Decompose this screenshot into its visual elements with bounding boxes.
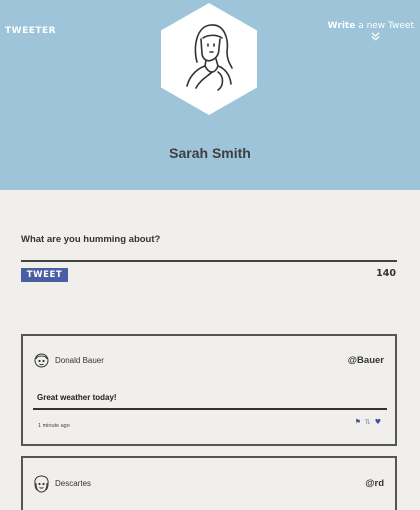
flag-icon[interactable]: ⚑ bbox=[355, 419, 361, 426]
tweet-timestamp: 1 minute ago bbox=[38, 423, 70, 429]
write-link-strong: Write bbox=[327, 21, 356, 31]
write-new-tweet-link[interactable]: Write a new Tweet bbox=[328, 21, 414, 31]
user-avatar-icon[interactable] bbox=[33, 475, 50, 493]
profile-avatar bbox=[161, 3, 257, 115]
tweet-author-handle[interactable]: @Bauer bbox=[348, 355, 384, 366]
profile-name: Sarah Smith bbox=[169, 145, 251, 161]
retweet-icon[interactable]: ⇅ bbox=[365, 419, 371, 426]
tweet-text: Great weather today! bbox=[37, 393, 117, 402]
compose-prompt[interactable]: What are you humming about? bbox=[21, 234, 160, 245]
heart-icon[interactable]: ♥ bbox=[375, 419, 381, 426]
chevron-down-icon[interactable] bbox=[371, 32, 380, 41]
tweet-author-handle[interactable]: @rd bbox=[365, 478, 384, 489]
tweet-card: Donald Bauer @Bauer Great weather today!… bbox=[21, 334, 397, 446]
tweet-card: Descartes @rd bbox=[21, 456, 397, 510]
brand-logo[interactable]: TWEETER bbox=[5, 26, 56, 36]
tweet-author-name[interactable]: Donald Bauer bbox=[55, 356, 104, 365]
character-count: 140 bbox=[376, 268, 396, 279]
write-link-rest: a new Tweet bbox=[355, 21, 414, 31]
compose-input-underline bbox=[21, 260, 397, 262]
tweet-author-name[interactable]: Descartes bbox=[55, 479, 91, 488]
profile-header: TWEETER Write a new Tweet Sarah Smith bbox=[0, 0, 420, 190]
tweet-divider bbox=[33, 408, 387, 410]
user-avatar-icon[interactable] bbox=[33, 352, 50, 370]
tweet-button[interactable]: TWEET bbox=[21, 268, 68, 282]
tweet-actions: ⚑ ⇅ ♥ bbox=[355, 419, 381, 426]
